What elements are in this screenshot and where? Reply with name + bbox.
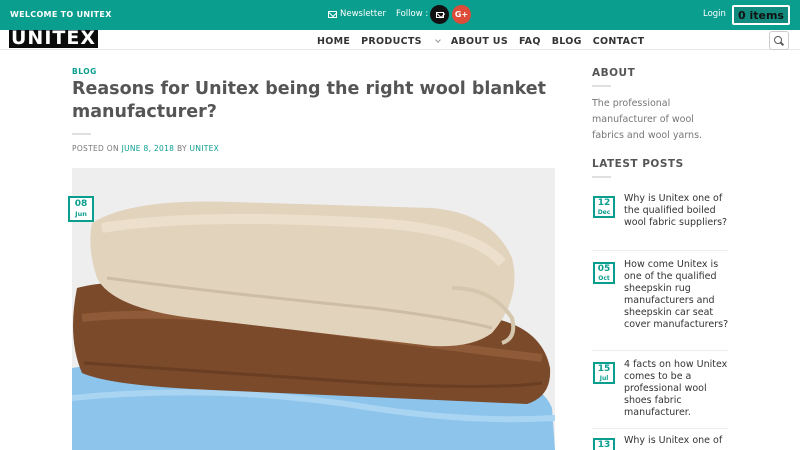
welcome-text: WELCOME TO UNITEX [10, 10, 112, 19]
post-date-badge: 15 Jul [593, 362, 615, 384]
post-meta: POSTED ON JUNE 8, 2018 BY UNITEX [72, 144, 219, 153]
google-plus-button[interactable]: G+ [452, 5, 471, 24]
site-logo[interactable]: UNITEX [9, 30, 98, 48]
about-widget-title: ABOUT [592, 67, 636, 79]
post-month: Jul [599, 375, 609, 382]
post-link[interactable]: Why is Unitex one of [624, 435, 732, 447]
search-button[interactable] [769, 31, 789, 50]
envelope-icon [328, 10, 337, 18]
latest-posts-rule [592, 176, 611, 178]
post-separator [592, 350, 728, 351]
top-bar: WELCOME TO UNITEX Newsletter Follow : G+… [0, 0, 800, 30]
featured-image [72, 168, 555, 450]
post-date[interactable]: JUNE 8, 2018 [122, 144, 175, 153]
about-widget-rule [592, 85, 611, 87]
post-date-badge: 05 Oct [593, 262, 615, 284]
nav-blog[interactable]: BLOG [552, 36, 582, 47]
follow-label: Follow : [396, 9, 429, 19]
newsletter-label: Newsletter [340, 9, 386, 19]
post-month: Dec [597, 209, 611, 216]
by-label: BY [176, 144, 187, 153]
posted-on-label: POSTED ON [72, 144, 119, 153]
main-nav: HOME PRODUCTS ABOUT US FAQ BLOG CONTACT [317, 36, 655, 47]
chevron-down-icon [434, 37, 441, 43]
badge-month: Jun [75, 210, 87, 218]
google-plus-icon: G+ [454, 10, 469, 19]
post-separator [592, 428, 728, 429]
post-date-badge: 08 Jun [68, 196, 94, 222]
nav-faq[interactable]: FAQ [519, 36, 541, 47]
login-link[interactable]: Login [703, 9, 726, 19]
latest-posts-title: LATEST POSTS [592, 158, 684, 170]
post-link[interactable]: Why is Unitex one of the qualified boile… [624, 193, 732, 229]
email-social-button[interactable] [430, 5, 449, 24]
post-day: 15 [597, 364, 611, 374]
post-month: Oct [598, 275, 610, 282]
nav-contact[interactable]: CONTACT [593, 36, 645, 47]
title-divider [72, 133, 91, 135]
post-date-badge: 12 Dec [593, 196, 615, 218]
post-author[interactable]: UNITEX [190, 144, 220, 153]
search-icon [774, 35, 782, 44]
email-icon [435, 11, 444, 18]
cart-button[interactable]: 0 items [732, 5, 790, 25]
post-day: 12 [597, 198, 611, 208]
post-link[interactable]: 4 facts on how Unitex comes to be a prof… [624, 359, 732, 419]
post-day: 05 [597, 264, 611, 274]
nav-about-us[interactable]: ABOUT US [451, 36, 508, 47]
post-title: Reasons for Unitex being the right wool … [72, 79, 547, 122]
post-link[interactable]: How come Unitex is one of the qualified … [624, 259, 732, 331]
newsletter-link[interactable]: Newsletter [328, 9, 386, 19]
nav-products-label: PRODUCTS [361, 36, 422, 47]
post-day: 13 [597, 440, 611, 450]
post-separator [592, 250, 728, 251]
nav-products[interactable]: PRODUCTS [361, 36, 441, 47]
wool-blankets-image [72, 168, 555, 450]
post-date-badge: 13 [593, 438, 615, 450]
about-text: The professional manufacturer of wool fa… [592, 98, 703, 141]
post-category[interactable]: BLOG [72, 67, 97, 76]
header: UNITEX HOME PRODUCTS ABOUT US FAQ BLOG C… [0, 30, 800, 50]
nav-home[interactable]: HOME [317, 36, 350, 47]
badge-day: 08 [74, 199, 88, 209]
